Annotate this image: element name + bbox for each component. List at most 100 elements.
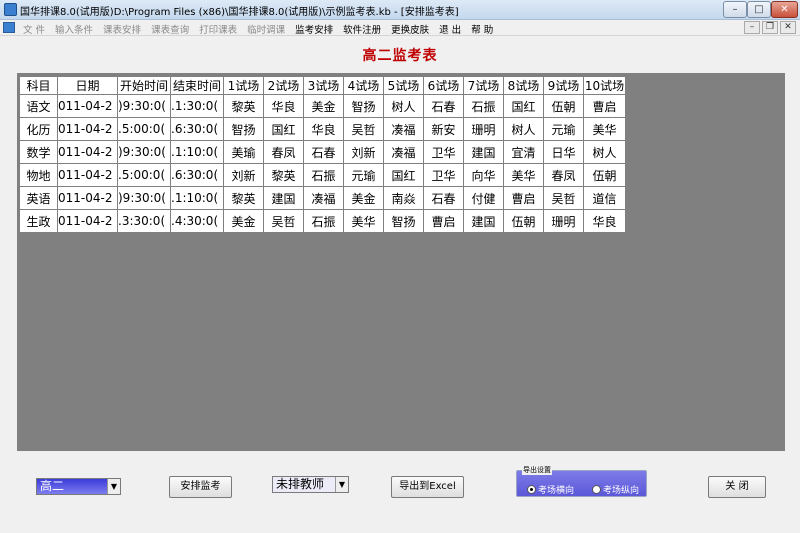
table-cell[interactable]: 美瑜 [223,140,264,164]
table-cell[interactable]: 011-04-2 [57,117,118,141]
table-cell[interactable]: )9:30:0( [117,186,171,210]
column-header[interactable]: 8试场 [503,76,544,95]
table-cell[interactable]: 英语 [19,186,58,210]
table-cell[interactable]: 建国 [463,140,504,164]
radio-horizontal[interactable]: 考场横向 [527,483,574,496]
table-cell[interactable]: 美华 [343,209,384,233]
menu-item[interactable]: 临时调课 [242,21,290,37]
minimize-button[interactable]: – [723,1,747,18]
menu-item[interactable]: 退 出 [434,21,466,37]
mdi-close-button[interactable]: ✕ [780,21,796,34]
table-cell[interactable]: 石春 [423,94,464,118]
column-header[interactable]: 开始时间 [117,76,171,95]
radio-vertical[interactable]: 考场纵向 [592,483,639,496]
column-header[interactable]: 结束时间 [170,76,224,95]
table-cell[interactable]: 凑福 [383,140,424,164]
table-cell[interactable]: 数学 [19,140,58,164]
table-cell[interactable]: 物地 [19,163,58,187]
table-cell[interactable]: 智扬 [223,117,264,141]
table-cell[interactable]: 付健 [463,186,504,210]
table-cell[interactable]: 曹启 [503,186,544,210]
proctor-table[interactable]: 科目 日期 开始时间 结束时间 1试场 2试场 3试场 4试场 5试场 6试场 7试场 8试场 9试场 1… [19,76,626,233]
table-cell[interactable]: .4:30:0( [170,209,224,233]
table-cell[interactable]: 建国 [463,209,504,233]
menu-item[interactable]: 打印课表 [194,21,242,37]
column-header[interactable]: 1试场 [223,76,264,95]
table-cell[interactable]: .5:00:0( [117,163,171,187]
radio-dot-icon[interactable] [527,485,536,494]
table-cell[interactable]: 卫华 [423,163,464,187]
table-cell[interactable]: 华良 [303,117,344,141]
table-cell[interactable]: 石春 [303,140,344,164]
chevron-down-icon[interactable]: ▼ [335,477,348,492]
table-cell[interactable]: .6:30:0( [170,117,224,141]
radio-dot-icon[interactable] [592,485,601,494]
table-cell[interactable]: 春凤 [543,163,584,187]
table-row[interactable]: 生政 011-04-2.3:30:0(.4:30:0(美金 吴哲 石振 美华 智扬 曹启 建国… [19,209,626,233]
table-cell[interactable]: 化历 [19,117,58,141]
column-header[interactable]: 9试场 [543,76,584,95]
menu-item[interactable]: 输入条件 [50,21,98,37]
table-cell[interactable]: 树人 [583,140,626,164]
table-cell[interactable]: )9:30:0( [117,94,171,118]
table-cell[interactable]: .6:30:0( [170,163,224,187]
table-cell[interactable]: .3:30:0( [117,209,171,233]
table-cell[interactable]: 曹启 [583,94,626,118]
table-cell[interactable]: 珊明 [463,117,504,141]
menu-item[interactable]: 监考安排 [290,21,338,37]
table-cell[interactable]: 卫华 [423,140,464,164]
table-cell[interactable]: )9:30:0( [117,140,171,164]
table-cell[interactable]: 美华 [583,117,626,141]
table-cell[interactable]: 建国 [263,186,304,210]
close-button[interactable]: 关 闭 [708,476,766,498]
table-cell[interactable]: .5:00:0( [117,117,171,141]
table-cell[interactable]: 春凤 [263,140,304,164]
table-cell[interactable]: 宜清 [503,140,544,164]
table-cell[interactable]: 树人 [383,94,424,118]
table-row[interactable]: 语文 011-04-2)9:30:0(.1:30:0(黎英 华良 美金 智扬 树人 石春 石振… [19,94,626,118]
table-row[interactable]: 化历 011-04-2.5:00:0(.6:30:0(智扬 国红 华良 吴哲 凑福 新安 珊明… [19,117,626,141]
table-cell[interactable]: .1:30:0( [170,94,224,118]
table-cell[interactable]: .1:10:0( [170,140,224,164]
arrange-proctor-button[interactable]: 安排监考 [169,476,232,498]
table-cell[interactable]: 刘新 [223,163,264,187]
table-cell[interactable]: 美金 [343,186,384,210]
table-cell[interactable]: 日华 [543,140,584,164]
mdi-child-icon[interactable] [3,22,15,33]
table-row[interactable]: 英语 011-04-2)9:30:0(.1:10:0(黎英 建国 凑福 美金 南焱 石春 付健… [19,186,626,210]
chevron-down-icon[interactable]: ▼ [107,479,120,494]
table-cell[interactable]: 元瑜 [543,117,584,141]
column-header[interactable]: 5试场 [383,76,424,95]
column-header[interactable]: 2试场 [263,76,304,95]
column-header[interactable]: 科目 [19,76,58,95]
table-cell[interactable]: 刘新 [343,140,384,164]
table-cell[interactable]: 美金 [303,94,344,118]
table-cell[interactable]: 伍朝 [543,94,584,118]
menu-item[interactable]: 更换皮肤 [386,21,434,37]
menu-item[interactable]: 软件注册 [338,21,386,37]
table-cell[interactable]: 智扬 [343,94,384,118]
table-cell[interactable]: 美华 [503,163,544,187]
column-header[interactable]: 7试场 [463,76,504,95]
table-cell[interactable]: 新安 [423,117,464,141]
teacher-filter-select[interactable]: 未排教师 ▼ [272,476,349,493]
table-cell[interactable]: 吴哲 [543,186,584,210]
maximize-button[interactable]: □ [747,1,771,18]
table-cell[interactable]: 华良 [263,94,304,118]
table-cell[interactable]: 华良 [583,209,626,233]
table-cell[interactable]: 011-04-2 [57,186,118,210]
table-cell[interactable]: 黎英 [263,163,304,187]
table-cell[interactable]: 011-04-2 [57,209,118,233]
menu-item[interactable]: 文 件 [18,21,50,37]
table-cell[interactable]: 珊明 [543,209,584,233]
export-excel-button[interactable]: 导出到Excel [391,476,464,498]
grade-select[interactable]: 高二 ▼ [36,478,121,495]
table-cell[interactable]: 生政 [19,209,58,233]
close-window-button[interactable]: ✕ [771,1,798,18]
table-cell[interactable]: 011-04-2 [57,140,118,164]
table-cell[interactable]: 吴哲 [263,209,304,233]
table-row[interactable]: 物地 011-04-2.5:00:0(.6:30:0(刘新 黎英 石振 元瑜 国红 卫华 向华… [19,163,626,187]
table-cell[interactable]: 道信 [583,186,626,210]
mdi-restore-button[interactable]: ❐ [762,21,778,34]
table-cell[interactable]: 011-04-2 [57,163,118,187]
